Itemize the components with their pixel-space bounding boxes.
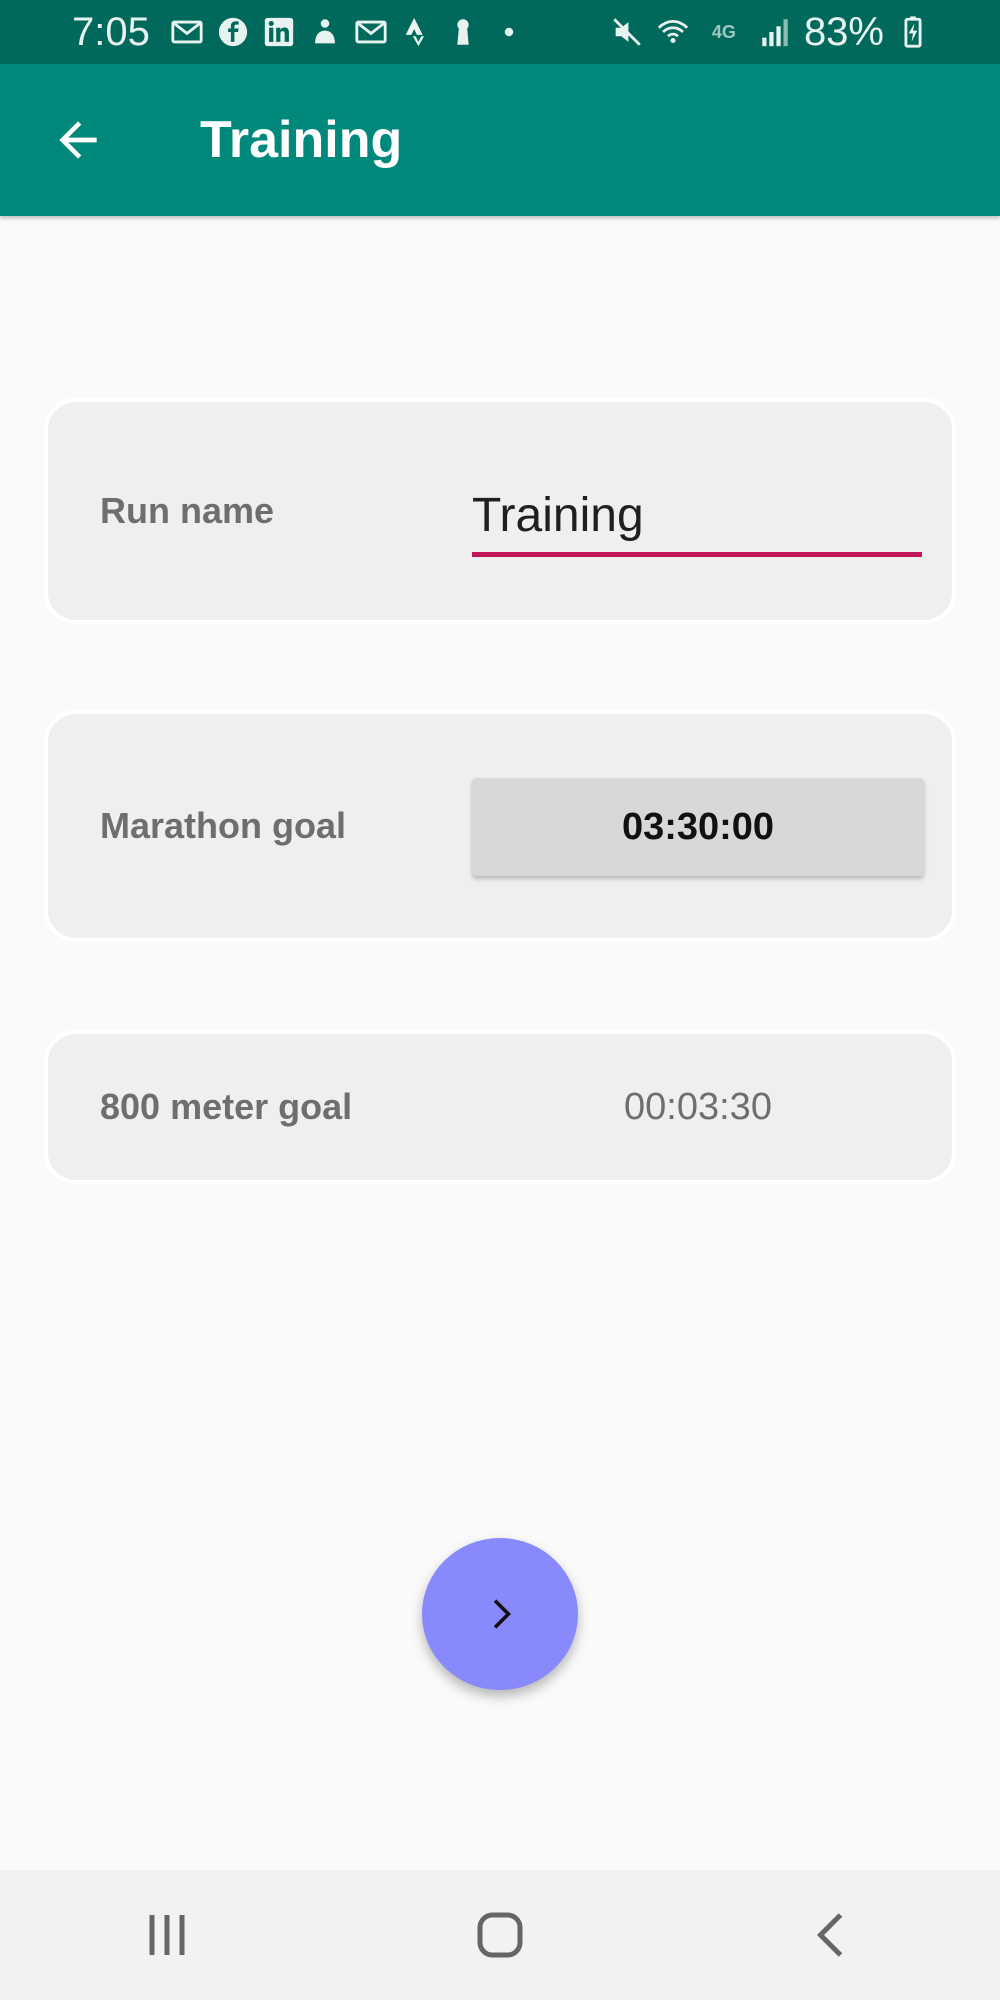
run-name-label: Run name bbox=[100, 490, 275, 531]
home-icon bbox=[477, 1912, 523, 1958]
status-bar: 7:05 4G 83% bbox=[0, 0, 1000, 64]
keyhole-icon bbox=[446, 15, 480, 49]
meter-goal-label: 800 meter goal bbox=[100, 1086, 353, 1127]
system-back-button[interactable] bbox=[773, 1880, 893, 1990]
meter-goal-card: 800 meter goal 00:03:30 bbox=[44, 1030, 956, 1184]
wifi-icon bbox=[656, 15, 690, 49]
app-notification-icon bbox=[308, 15, 342, 49]
chevron-right-icon bbox=[493, 1599, 511, 1629]
mute-icon bbox=[610, 15, 644, 49]
status-left: 7:05 bbox=[72, 10, 526, 55]
strava-icon bbox=[400, 15, 434, 49]
home-button[interactable] bbox=[440, 1880, 560, 1990]
back-icon bbox=[817, 1913, 843, 1957]
gmail-icon bbox=[170, 15, 204, 49]
back-button[interactable] bbox=[18, 80, 138, 200]
meter-goal-value: 00:03:30 bbox=[624, 1085, 772, 1128]
run-name-field bbox=[472, 478, 922, 558]
signal-icon bbox=[758, 15, 792, 49]
next-button[interactable] bbox=[422, 1538, 578, 1690]
recent-apps-icon bbox=[149, 1915, 185, 1955]
marathon-goal-card: Marathon goal 03:30:00 bbox=[44, 710, 956, 942]
recent-apps-button[interactable] bbox=[107, 1880, 227, 1990]
network-4g-icon: 4G bbox=[711, 21, 736, 42]
facebook-icon bbox=[216, 15, 250, 49]
gmail-icon bbox=[354, 15, 388, 49]
arrow-back-icon bbox=[59, 121, 97, 159]
battery-charging-icon bbox=[896, 15, 930, 49]
marathon-goal-button[interactable]: 03:30:00 bbox=[472, 778, 924, 876]
marathon-goal-label: Marathon goal bbox=[100, 805, 347, 846]
more-dot-icon bbox=[492, 15, 526, 49]
linkedin-icon bbox=[262, 15, 296, 49]
status-time: 7:05 bbox=[72, 9, 150, 54]
page-title: Training bbox=[200, 111, 403, 169]
system-nav-bar bbox=[0, 1870, 1000, 2000]
status-right: 4G 83% bbox=[610, 10, 930, 55]
app-bar: Training bbox=[0, 64, 1000, 216]
battery-percent: 83% bbox=[803, 9, 884, 54]
input-underline bbox=[472, 552, 922, 557]
run-name-input[interactable] bbox=[472, 478, 922, 552]
run-name-card: Run name bbox=[44, 398, 956, 624]
